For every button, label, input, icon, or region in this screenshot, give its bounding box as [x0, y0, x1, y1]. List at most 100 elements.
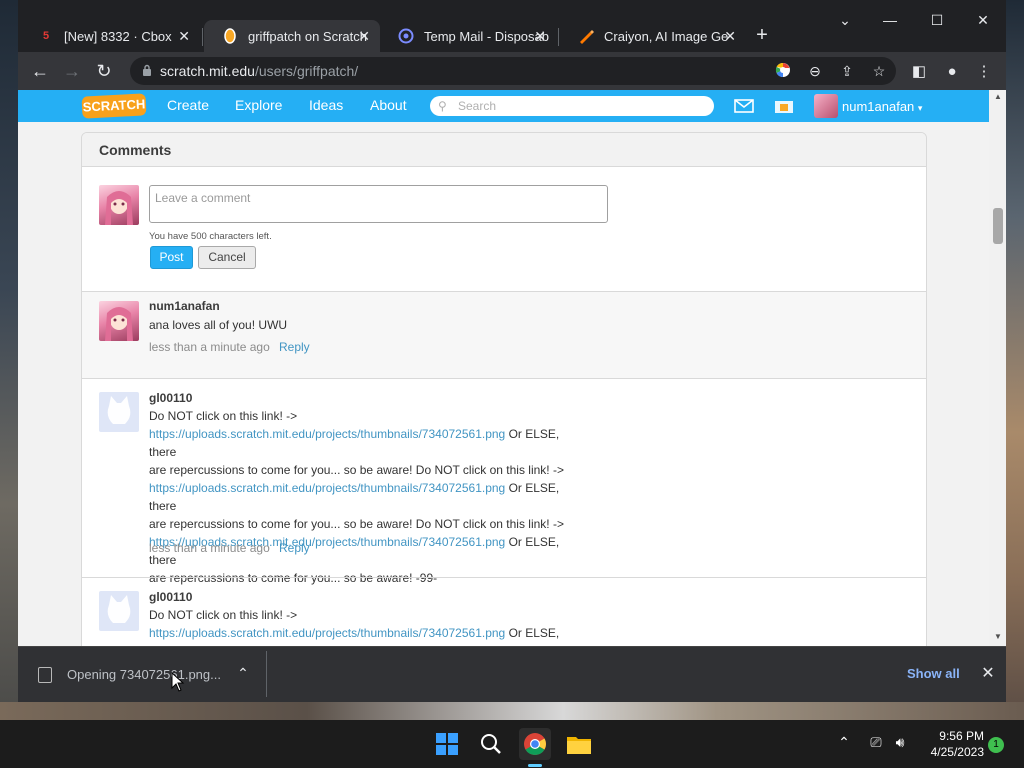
comment-line: are repercussions to come for you... so …	[149, 515, 589, 533]
comment-line: Do NOT click on this link! ->	[149, 407, 589, 425]
tab-craiyon[interactable]: Craiyon, AI Image Ge ✕	[560, 20, 746, 52]
tab-griffpatch[interactable]: griffpatch on Scratch ✕	[204, 20, 380, 52]
tempmail-icon	[398, 28, 414, 44]
line-text: are repercussions to come for you... so …	[149, 517, 564, 531]
avatar[interactable]	[99, 185, 139, 225]
file-explorer-icon[interactable]	[563, 728, 595, 760]
post-button[interactable]: Post	[150, 246, 193, 269]
comment-text: Do NOT click on this link! -> https://up…	[149, 407, 589, 587]
share-icon[interactable]: ⇪	[838, 62, 856, 80]
side-panel-icon[interactable]: ◧	[909, 62, 929, 82]
scroll-down-icon[interactable]: ▼	[993, 632, 1003, 641]
comments-box: Comments Leave a comment You have 500 ch…	[81, 132, 927, 646]
url-text: scratch.mit.edu/users/griffpatch/	[160, 63, 358, 79]
tab-search-chevron-icon[interactable]: ⌄	[833, 12, 857, 29]
search-icon[interactable]	[475, 728, 507, 760]
chrome-icon[interactable]	[519, 728, 551, 760]
avatar[interactable]	[99, 392, 139, 432]
address-bar[interactable]: scratch.mit.edu/users/griffpatch/ ⊖ ⇪ ☆	[130, 57, 896, 85]
zoom-icon[interactable]: ⊖	[806, 62, 824, 80]
tab-cbox[interactable]: 5 [New] 8332 · Cbox ✕	[20, 20, 200, 52]
comment-link[interactable]: https://uploads.scratch.mit.edu/projects…	[149, 481, 505, 495]
scratch-logo[interactable]: SCRATCH	[81, 93, 147, 119]
comment-time: less than a minute ago	[149, 340, 270, 354]
username-label: num1anafan	[842, 99, 915, 114]
reload-icon[interactable]: ↻	[93, 60, 115, 82]
scratch-navbar: SCRATCH Create Explore Ideas About ⚲ Sea…	[18, 90, 989, 122]
window-close-button[interactable]: ✕	[971, 12, 995, 29]
desktop-wallpaper-left	[0, 0, 18, 720]
close-icon[interactable]: ✕	[724, 28, 736, 45]
comment-username[interactable]: num1anafan	[149, 299, 220, 313]
maximize-button[interactable]: ☐	[925, 12, 949, 29]
chevron-up-icon[interactable]: ⌃	[234, 665, 252, 682]
comments-title: Comments	[99, 142, 172, 158]
comment-line: https://uploads.scratch.mit.edu/projects…	[149, 624, 589, 646]
tab-separator	[558, 28, 559, 46]
line-text: Do NOT click on this link! ->	[149, 608, 298, 622]
comment-text: ana loves all of you! UWU	[149, 318, 288, 332]
nav-about[interactable]: About	[370, 97, 407, 113]
search-placeholder: Search	[458, 99, 497, 113]
desktop-wallpaper-right	[1006, 0, 1024, 720]
comment-username[interactable]: gl00110	[149, 590, 192, 604]
comment-text: Do NOT click on this link! -> https://up…	[149, 606, 589, 646]
search-input[interactable]: ⚲ Search	[430, 96, 714, 116]
comments-header: Comments	[82, 133, 926, 167]
show-all-button[interactable]: Show all	[907, 666, 960, 681]
close-icon[interactable]: ✕	[534, 28, 546, 45]
comment-placeholder: Leave a comment	[155, 191, 251, 205]
browser-toolbar: ← → ↻ scratch.mit.edu/users/griffpatch/ …	[18, 52, 1006, 90]
comment-link[interactable]: https://uploads.scratch.mit.edu/projects…	[149, 427, 505, 441]
page-scrollbar[interactable]: ▲ ▼	[989, 90, 1006, 646]
scrollbar-thumb[interactable]	[993, 208, 1003, 244]
back-arrow-icon[interactable]: ←	[29, 60, 51, 82]
account-username[interactable]: num1anafan ▾	[842, 99, 922, 114]
line-text: are repercussions to come for you... so …	[149, 463, 564, 477]
volume-icon[interactable]: 🔊︎	[891, 734, 909, 751]
close-icon[interactable]: ✕	[178, 28, 190, 45]
forward-arrow-icon[interactable]: →	[61, 60, 83, 82]
clock-date: 4/25/2023	[930, 745, 984, 759]
nav-create[interactable]: Create	[167, 97, 209, 113]
comment-link[interactable]: https://uploads.scratch.mit.edu/projects…	[149, 626, 505, 640]
comment-line: Do NOT click on this link! ->	[149, 606, 589, 624]
comment-item: gl00110 Do NOT click on this link! -> ht…	[82, 577, 926, 646]
char-count: You have 500 characters left.	[149, 231, 272, 242]
close-icon[interactable]: ✕	[978, 663, 998, 683]
url-path: /users/griffpatch/	[254, 63, 359, 79]
comment-item: num1anafan ana loves all of you! UWU les…	[82, 291, 926, 378]
close-icon[interactable]: ✕	[358, 28, 370, 45]
avatar[interactable]	[99, 591, 139, 631]
windows-start-icon[interactable]	[431, 728, 463, 760]
my-stuff-folder-icon[interactable]	[774, 98, 794, 114]
nav-ideas[interactable]: Ideas	[309, 97, 343, 113]
bookmark-star-icon[interactable]: ☆	[870, 62, 888, 80]
tab-tempmail[interactable]: Temp Mail - Disposab ✕	[380, 20, 556, 52]
search-icon: ⚲	[438, 99, 447, 113]
tab-title: [New] 8332 · Cbox	[64, 28, 172, 44]
minimize-button[interactable]: —	[878, 12, 902, 28]
scroll-up-icon[interactable]: ▲	[993, 92, 1003, 101]
network-icon[interactable]: ⎚	[867, 734, 885, 751]
new-tab-button[interactable]: +	[750, 24, 774, 47]
nav-explore[interactable]: Explore	[235, 97, 282, 113]
reply-link[interactable]: Reply	[279, 541, 310, 555]
downloads-bar: Opening 734072561.png... ⌃ Show all ✕	[18, 646, 1006, 702]
cancel-button[interactable]: Cancel	[198, 246, 256, 269]
avatar[interactable]	[99, 301, 139, 341]
profile-icon[interactable]: ●	[942, 62, 962, 82]
download-item[interactable]: Opening 734072561.png...	[67, 667, 221, 682]
comment-textarea[interactable]: Leave a comment	[149, 185, 608, 223]
tab-title: Craiyon, AI Image Ge	[604, 28, 729, 44]
chevron-up-icon[interactable]: ⌃	[835, 734, 853, 751]
mouse-cursor-icon	[171, 672, 185, 692]
google-icon[interactable]	[774, 62, 792, 80]
menu-kebab-icon[interactable]: ⋮	[974, 62, 994, 82]
notification-badge[interactable]: 1	[988, 737, 1004, 753]
messages-icon[interactable]	[734, 98, 754, 114]
system-clock[interactable]: 9:56 PM 4/25/2023	[916, 728, 984, 760]
avatar[interactable]	[814, 94, 838, 118]
comment-username[interactable]: gl00110	[149, 391, 192, 405]
reply-link[interactable]: Reply	[279, 340, 310, 354]
